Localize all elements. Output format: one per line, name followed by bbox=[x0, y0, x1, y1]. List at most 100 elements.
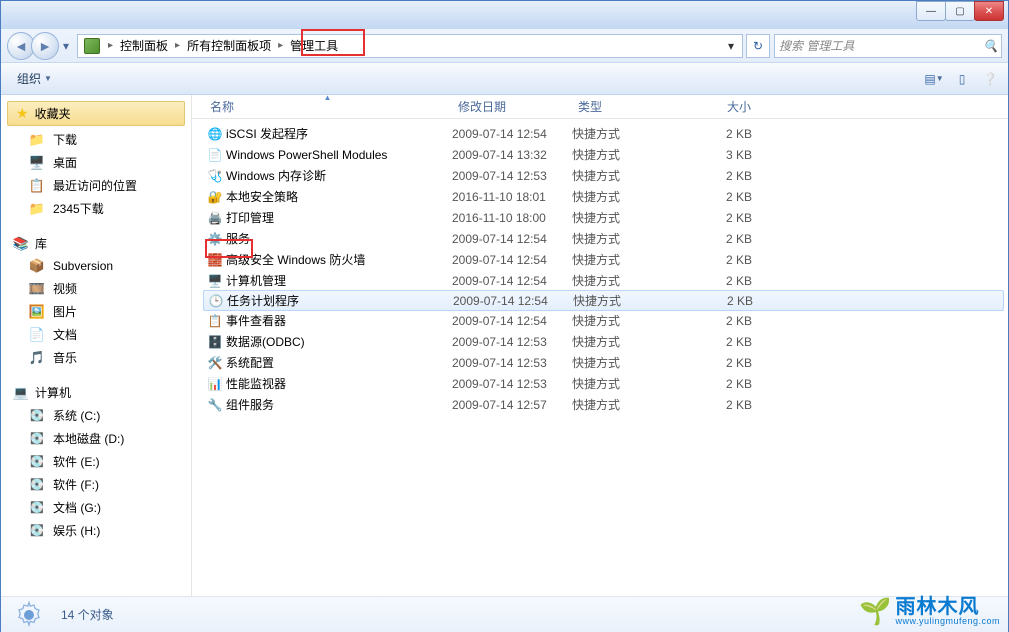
file-name: Windows PowerShell Modules bbox=[226, 148, 452, 162]
file-type: 快捷方式 bbox=[572, 396, 692, 413]
search-input[interactable]: 搜索 管理工具 🔍 bbox=[774, 34, 1002, 58]
column-name[interactable]: 名称▲ bbox=[204, 94, 452, 119]
picture-icon: 🖼️ bbox=[29, 304, 45, 320]
column-type[interactable]: 类型 bbox=[572, 94, 692, 119]
file-row[interactable]: 🧱高级安全 Windows 防火墙2009-07-14 12:54快捷方式2 K… bbox=[204, 249, 1008, 270]
navigation-pane[interactable]: ★ 收藏夹 📁下载 🖥️桌面 📋最近访问的位置 📁2345下载 📚 库 📦Sub… bbox=[1, 95, 192, 596]
breadcrumb-item[interactable]: 所有控制面板项 bbox=[184, 35, 274, 56]
nav-drive-c[interactable]: 💽系统 (C:) bbox=[1, 404, 191, 427]
file-icon: 🕒 bbox=[205, 294, 227, 308]
search-icon[interactable]: 🔍 bbox=[983, 39, 997, 53]
nav-drive-g[interactable]: 💽文档 (G:) bbox=[1, 496, 191, 519]
maximize-button[interactable]: ▢ bbox=[945, 1, 975, 21]
favorites-label: 收藏夹 bbox=[35, 105, 71, 122]
favorites-section[interactable]: ★ 收藏夹 bbox=[7, 101, 185, 126]
file-row[interactable]: 🔧组件服务2009-07-14 12:57快捷方式2 KB bbox=[204, 394, 1008, 415]
refresh-button[interactable]: ↻ bbox=[746, 34, 770, 58]
chevron-right-icon[interactable]: ▸ bbox=[171, 40, 184, 51]
svn-icon: 📦 bbox=[29, 258, 45, 274]
file-row[interactable]: ⚙️服务2009-07-14 12:54快捷方式2 KB bbox=[204, 228, 1008, 249]
file-icon: 🗄️ bbox=[204, 335, 226, 349]
file-name: 服务 bbox=[226, 230, 452, 247]
breadcrumb-item[interactable]: 管理工具 bbox=[287, 35, 341, 56]
address-dropdown[interactable]: ▾ bbox=[721, 39, 740, 53]
file-name: 组件服务 bbox=[226, 396, 452, 413]
nav-videos[interactable]: 🎞️视频 bbox=[1, 277, 191, 300]
nav-desktop[interactable]: 🖥️桌面 bbox=[1, 151, 191, 174]
file-type: 快捷方式 bbox=[572, 167, 692, 184]
libraries-section[interactable]: 📚 库 bbox=[1, 232, 191, 255]
forward-button[interactable]: ► bbox=[31, 32, 59, 60]
nav-drive-e[interactable]: 💽软件 (E:) bbox=[1, 450, 191, 473]
file-date: 2009-07-14 12:53 bbox=[452, 169, 572, 183]
nav-pictures[interactable]: 🖼️图片 bbox=[1, 300, 191, 323]
file-type: 快捷方式 bbox=[572, 188, 692, 205]
preview-pane-button[interactable]: ▯ bbox=[952, 70, 972, 88]
file-date: 2009-07-14 12:57 bbox=[452, 398, 572, 412]
file-size: 2 KB bbox=[692, 314, 772, 328]
file-date: 2009-07-14 12:54 bbox=[452, 274, 572, 288]
file-row[interactable]: 📊性能监视器2009-07-14 12:53快捷方式2 KB bbox=[204, 373, 1008, 394]
view-options-button[interactable]: ▤ ▼ bbox=[924, 70, 944, 88]
file-name: 事件查看器 bbox=[226, 312, 452, 329]
file-icon: 🖥️ bbox=[204, 274, 226, 288]
nav-recent[interactable]: 📋最近访问的位置 bbox=[1, 174, 191, 197]
nav-drive-h[interactable]: 💽娱乐 (H:) bbox=[1, 519, 191, 542]
file-row[interactable]: 🖨️打印管理2016-11-10 18:00快捷方式2 KB bbox=[204, 207, 1008, 228]
file-row[interactable]: 📋事件查看器2009-07-14 12:54快捷方式2 KB bbox=[204, 310, 1008, 331]
file-name: Windows 内存诊断 bbox=[226, 167, 452, 184]
file-row[interactable]: 🕒任务计划程序2009-07-14 12:54快捷方式2 KB bbox=[203, 290, 1004, 311]
nav-drive-d[interactable]: 💽本地磁盘 (D:) bbox=[1, 427, 191, 450]
file-list[interactable]: 🌐iSCSI 发起程序2009-07-14 12:54快捷方式2 KB📄Wind… bbox=[192, 119, 1008, 419]
file-icon: 🖨️ bbox=[204, 211, 226, 225]
search-placeholder: 搜索 管理工具 bbox=[779, 37, 854, 54]
computer-section[interactable]: 💻 计算机 bbox=[1, 381, 191, 404]
organize-button[interactable]: 组织 ▼ bbox=[9, 66, 60, 91]
file-row[interactable]: 🌐iSCSI 发起程序2009-07-14 12:54快捷方式2 KB bbox=[204, 123, 1008, 144]
nav-downloads[interactable]: 📁下载 bbox=[1, 128, 191, 151]
nav-subversion[interactable]: 📦Subversion bbox=[1, 255, 191, 277]
column-size[interactable]: 大小 bbox=[692, 94, 772, 119]
breadcrumb[interactable]: ▸ 控制面板 ▸ 所有控制面板项 ▸ 管理工具 ▾ bbox=[77, 34, 743, 58]
file-row[interactable]: 🖥️计算机管理2009-07-14 12:54快捷方式2 KB bbox=[204, 270, 1008, 291]
file-row[interactable]: 🩺Windows 内存诊断2009-07-14 12:53快捷方式2 KB bbox=[204, 165, 1008, 186]
leaf-icon: 🌱 bbox=[859, 596, 891, 627]
file-size: 2 KB bbox=[692, 377, 772, 391]
file-icon: ⚙️ bbox=[204, 232, 226, 246]
file-row[interactable]: 🔐本地安全策略2016-11-10 18:01快捷方式2 KB bbox=[204, 186, 1008, 207]
file-icon: 📋 bbox=[204, 314, 226, 328]
sort-asc-icon: ▲ bbox=[324, 93, 332, 102]
file-row[interactable]: 🗄️数据源(ODBC)2009-07-14 12:53快捷方式2 KB bbox=[204, 331, 1008, 352]
nav-2345download[interactable]: 📁2345下载 bbox=[1, 197, 191, 220]
nav-drive-f[interactable]: 💽软件 (F:) bbox=[1, 473, 191, 496]
admin-tools-icon bbox=[11, 599, 47, 631]
nav-documents[interactable]: 📄文档 bbox=[1, 323, 191, 346]
chevron-right-icon[interactable]: ▸ bbox=[104, 40, 117, 51]
help-button[interactable]: ❔ bbox=[980, 70, 1000, 88]
close-button[interactable]: ✕ bbox=[974, 1, 1004, 21]
column-date[interactable]: 修改日期 bbox=[452, 94, 572, 119]
drive-icon: 💽 bbox=[29, 477, 45, 493]
chevron-right-icon[interactable]: ▸ bbox=[274, 40, 287, 51]
nav-history-dropdown[interactable]: ▾ bbox=[59, 36, 73, 56]
desktop-icon: 🖥️ bbox=[29, 155, 45, 171]
file-size: 2 KB bbox=[692, 211, 772, 225]
folder-icon: 📁 bbox=[29, 201, 45, 217]
file-row[interactable]: 📄Windows PowerShell Modules2009-07-14 13… bbox=[204, 144, 1008, 165]
file-date: 2009-07-14 12:54 bbox=[452, 314, 572, 328]
drive-icon: 💽 bbox=[29, 408, 45, 424]
library-icon: 📚 bbox=[13, 236, 29, 252]
recent-icon: 📋 bbox=[29, 178, 45, 194]
file-date: 2009-07-14 12:54 bbox=[452, 232, 572, 246]
computer-icon: 💻 bbox=[13, 385, 29, 401]
breadcrumb-item[interactable]: 控制面板 bbox=[117, 35, 171, 56]
file-icon: 📊 bbox=[204, 377, 226, 391]
minimize-button[interactable]: — bbox=[916, 1, 946, 21]
file-name: 数据源(ODBC) bbox=[226, 333, 452, 350]
file-date: 2009-07-14 12:53 bbox=[452, 356, 572, 370]
file-icon: 🔐 bbox=[204, 190, 226, 204]
nav-music[interactable]: 🎵音乐 bbox=[1, 346, 191, 369]
file-icon: 📄 bbox=[204, 148, 226, 162]
file-row[interactable]: 🛠️系统配置2009-07-14 12:53快捷方式2 KB bbox=[204, 352, 1008, 373]
file-size: 2 KB bbox=[692, 398, 772, 412]
